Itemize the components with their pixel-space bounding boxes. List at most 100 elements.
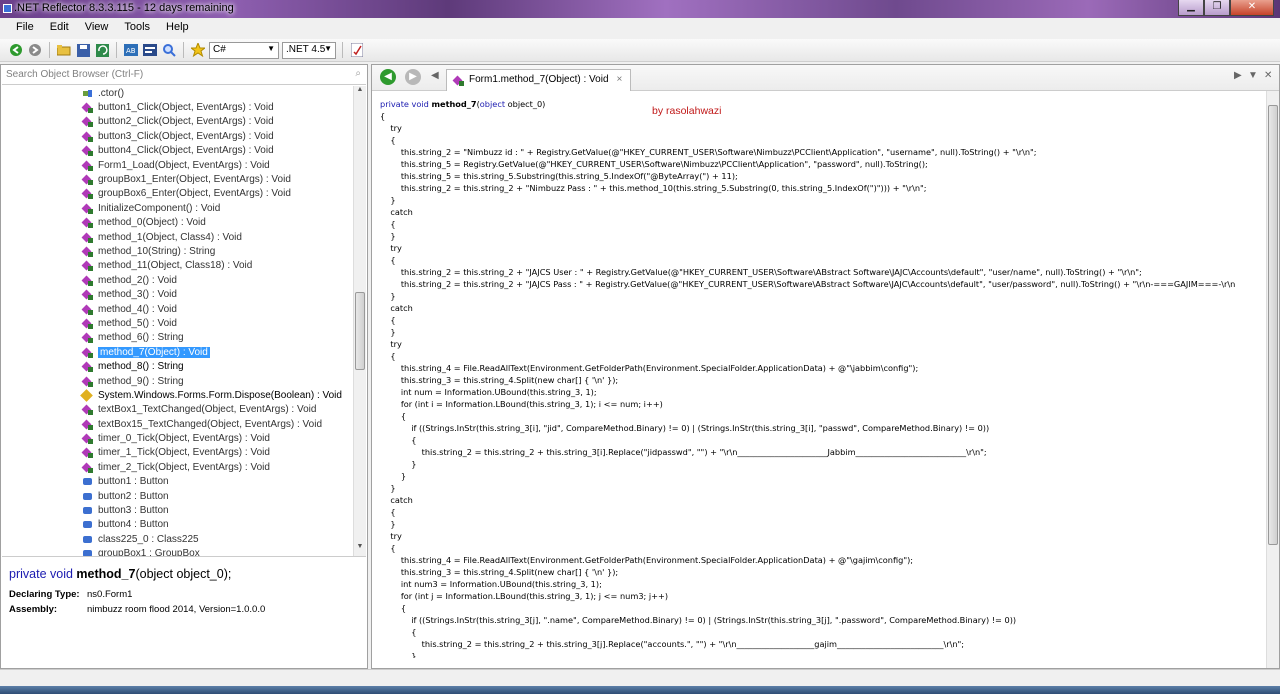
code-line: this.string_2 = this.string_2 + "Nimbuzz… <box>380 183 927 193</box>
search-placeholder: Search Object Browser (Ctrl-F) <box>6 69 144 80</box>
tree-item-label: groupBox1 : GroupBox <box>98 548 200 556</box>
tree-item-label: button3_Click(Object, EventArgs) : Void <box>98 130 274 142</box>
code-line: for (int i = Information.LBound(this.str… <box>380 399 663 409</box>
search-icon[interactable]: ⌕ <box>355 68 361 79</box>
tree-item[interactable]: button4 : Button <box>2 518 355 532</box>
tree-item[interactable]: groupBox1 : GroupBox <box>2 547 355 556</box>
tab-scroll-right-icon[interactable]: ▶ <box>1234 70 1242 81</box>
back-icon[interactable]: ◀ <box>380 69 396 85</box>
tree-item[interactable]: textBox1_TextChanged(Object, EventArgs) … <box>2 403 355 417</box>
tree-item[interactable]: method_8() : String <box>2 359 355 373</box>
framework-select[interactable]: .NET 4.5 ▼ <box>282 41 336 59</box>
back-icon[interactable] <box>8 42 24 58</box>
language-select[interactable]: C# ▼ <box>209 41 279 59</box>
tree-item[interactable]: method_4() : Void <box>2 302 355 316</box>
signature-method-name[interactable]: method_7 <box>76 567 135 581</box>
bookmark-star-icon[interactable] <box>190 42 206 58</box>
tree-item-label: button2 : Button <box>98 490 169 502</box>
tree-item[interactable]: groupBox6_Enter(Object, EventArgs) : Voi… <box>2 187 355 201</box>
tree-item[interactable]: method_5() : Void <box>2 316 355 330</box>
tree-item-label: method_6() : String <box>98 332 184 344</box>
forward-icon[interactable]: ▶ <box>405 69 421 85</box>
tree-item[interactable]: Form1_Load(Object, EventArgs) : Void <box>2 158 355 172</box>
field-icon <box>82 548 94 556</box>
code-line: this.string_2 = "Nimbuzz id : " + Regist… <box>380 147 1037 157</box>
scroll-down-icon[interactable]: ▼ <box>354 543 366 556</box>
tree-item[interactable]: method_6() : String <box>2 331 355 345</box>
tree-item[interactable]: method_0(Object) : Void <box>2 216 355 230</box>
menu-edit[interactable]: Edit <box>42 18 77 38</box>
refresh-icon[interactable] <box>94 42 110 58</box>
assembly-browser-icon[interactable]: AB <box>123 42 139 58</box>
tree-item-label: button2_Click(Object, EventArgs) : Void <box>98 116 274 128</box>
tree-item[interactable]: button2_Click(Object, EventArgs) : Void <box>2 115 355 129</box>
code-line: this.string_5 = Registry.GetValue(@"HKEY… <box>380 159 928 169</box>
forward-icon[interactable] <box>27 42 43 58</box>
scroll-thumb[interactable] <box>1268 105 1278 545</box>
search-input[interactable]: Search Object Browser (Ctrl-F) ⌕ <box>2 66 366 85</box>
code-view-pane: ◀ ▶ ◀ Form1.method_7(Object) : Void × ▶ ▼… <box>371 64 1280 669</box>
save-icon[interactable] <box>75 42 91 58</box>
code-line: for (int j = Information.LBound(this.str… <box>380 591 669 601</box>
menu-file[interactable]: File <box>8 18 42 38</box>
method-icon <box>82 174 94 186</box>
tree-item[interactable]: timer_1_Tick(Object, EventArgs) : Void <box>2 446 355 460</box>
analyzer-icon[interactable] <box>161 42 177 58</box>
toolbar-separator <box>116 42 117 58</box>
tree-scrollbar[interactable]: ▲ ▼ <box>353 86 366 556</box>
tab-close-icon[interactable]: × <box>617 74 623 85</box>
tree-item[interactable]: method_2() : Void <box>2 273 355 287</box>
close-button[interactable]: ✕ <box>1230 0 1274 16</box>
tab-method-7[interactable]: Form1.method_7(Object) : Void × <box>446 69 632 91</box>
tree-item[interactable]: method_11(Object, Class18) : Void <box>2 259 355 273</box>
declaring-type-value[interactable]: ns0.Form1 <box>87 589 132 600</box>
tree-item[interactable]: method_7(Object) : Void <box>2 345 355 359</box>
tree-item[interactable]: method_1(Object, Class4) : Void <box>2 230 355 244</box>
tree-item[interactable]: InitializeComponent() : Void <box>2 201 355 215</box>
tab-bar: ◀ ▶ ◀ Form1.method_7(Object) : Void × ▶ ▼… <box>372 65 1279 91</box>
maximize-button[interactable]: ❐ <box>1204 0 1230 16</box>
menu-help[interactable]: Help <box>158 18 197 38</box>
field-icon <box>82 505 94 516</box>
disassembler-icon[interactable] <box>142 42 158 58</box>
tree-item[interactable]: method_10(String) : String <box>2 244 355 258</box>
tree-item[interactable]: textBox15_TextChanged(Object, EventArgs)… <box>2 417 355 431</box>
tree-item[interactable]: groupBox1_Enter(Object, EventArgs) : Voi… <box>2 172 355 186</box>
tree-item[interactable]: button4_Click(Object, EventArgs) : Void <box>2 144 355 158</box>
tree-item[interactable]: class225_0 : Class225 <box>2 532 355 546</box>
tree-item[interactable]: button2 : Button <box>2 489 355 503</box>
open-folder-icon[interactable] <box>56 42 72 58</box>
tab-list-icon[interactable]: ▼ <box>1248 70 1258 81</box>
tab-scroll-left-icon[interactable]: ◀ <box>431 70 439 81</box>
scroll-up-icon[interactable]: ▲ <box>354 86 366 99</box>
method-icon <box>82 332 94 344</box>
minimize-button[interactable]: ▁ <box>1178 0 1204 16</box>
override-icon <box>82 390 94 401</box>
tree-item[interactable]: button1 : Button <box>2 475 355 489</box>
tree-item[interactable]: method_9() : String <box>2 374 355 388</box>
scroll-thumb[interactable] <box>355 292 365 370</box>
tree-item-label: .ctor() <box>98 87 125 99</box>
menu-view[interactable]: View <box>77 18 117 38</box>
code-line: this.string_2 = this.string_2 + this.str… <box>380 639 965 649</box>
code-editor[interactable]: private void method_7(object object_0){ … <box>380 98 1262 658</box>
tree-item[interactable]: button3_Click(Object, EventArgs) : Void <box>2 129 355 143</box>
tree-item-label: button3 : Button <box>98 505 169 517</box>
menu-tools[interactable]: Tools <box>116 18 158 38</box>
close-icon[interactable]: ✕ <box>1264 70 1272 81</box>
assembly-value[interactable]: nimbuzz room flood 2014, Version=1.0.0.0 <box>87 604 265 615</box>
tree-item-label: InitializeComponent() : Void <box>98 202 221 214</box>
member-signature: private void method_7(object object_0); <box>9 567 359 581</box>
tree-item[interactable]: method_3() : Void <box>2 287 355 301</box>
tree-item[interactable]: System.Windows.Forms.Form.Dispose(Boolea… <box>2 388 355 402</box>
tree-item[interactable]: timer_2_Tick(Object, EventArgs) : Void <box>2 460 355 474</box>
code-line: private void method_7(object object_0) <box>380 99 546 109</box>
tree-item[interactable]: button1_Click(Object, EventArgs) : Void <box>2 100 355 114</box>
tree-item[interactable]: button3 : Button <box>2 503 355 517</box>
tree-item[interactable]: timer_0_Tick(Object, EventArgs) : Void <box>2 431 355 445</box>
toolbar-separator <box>49 42 50 58</box>
code-scrollbar[interactable] <box>1266 91 1279 668</box>
tree-item[interactable]: .ctor() <box>2 86 355 100</box>
options-icon[interactable] <box>349 42 365 58</box>
method-icon <box>82 404 94 416</box>
